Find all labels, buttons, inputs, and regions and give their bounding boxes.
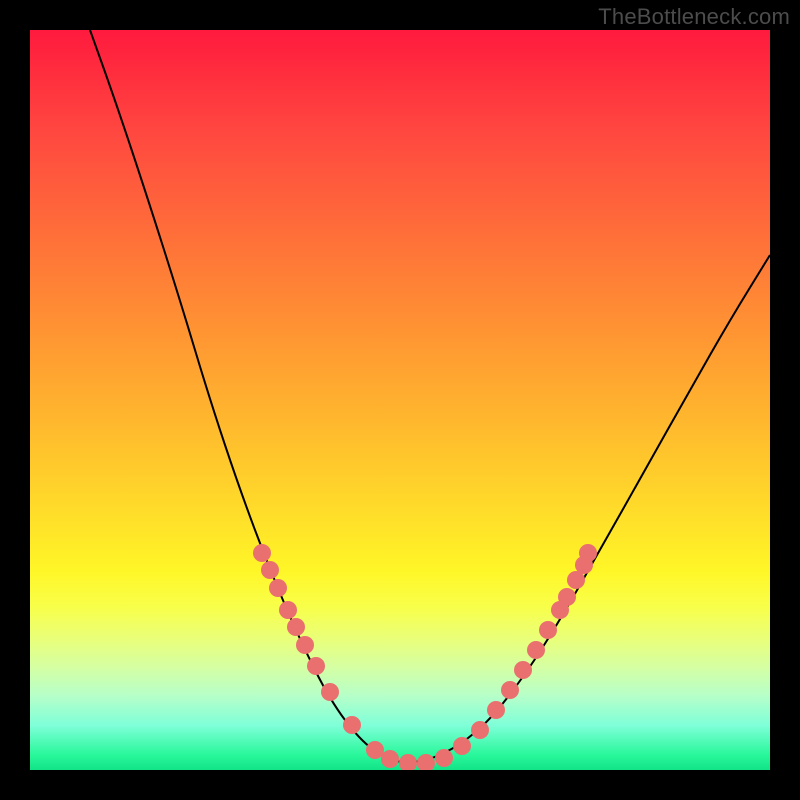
data-marker bbox=[261, 561, 279, 579]
chart-svg bbox=[30, 30, 770, 770]
data-marker bbox=[417, 754, 435, 770]
data-marker bbox=[399, 754, 417, 770]
app-frame: TheBottleneck.com bbox=[0, 0, 800, 800]
data-marker bbox=[253, 544, 271, 562]
marker-group bbox=[253, 544, 597, 770]
data-marker bbox=[471, 721, 489, 739]
data-marker bbox=[269, 579, 287, 597]
data-marker bbox=[287, 618, 305, 636]
data-marker bbox=[514, 661, 532, 679]
data-marker bbox=[501, 681, 519, 699]
data-marker bbox=[381, 750, 399, 768]
data-marker bbox=[343, 716, 361, 734]
data-marker bbox=[296, 636, 314, 654]
data-marker bbox=[307, 657, 325, 675]
data-marker bbox=[558, 588, 576, 606]
plot-area bbox=[30, 30, 770, 770]
data-marker bbox=[366, 741, 384, 759]
data-marker bbox=[579, 544, 597, 562]
data-marker bbox=[435, 749, 453, 767]
data-marker bbox=[453, 737, 471, 755]
curve-group bbox=[90, 30, 770, 763]
data-marker bbox=[321, 683, 339, 701]
watermark-text: TheBottleneck.com bbox=[598, 4, 790, 30]
data-marker bbox=[539, 621, 557, 639]
left-curve bbox=[90, 30, 405, 763]
data-marker bbox=[487, 701, 505, 719]
data-marker bbox=[279, 601, 297, 619]
data-marker bbox=[527, 641, 545, 659]
right-curve bbox=[405, 255, 770, 763]
